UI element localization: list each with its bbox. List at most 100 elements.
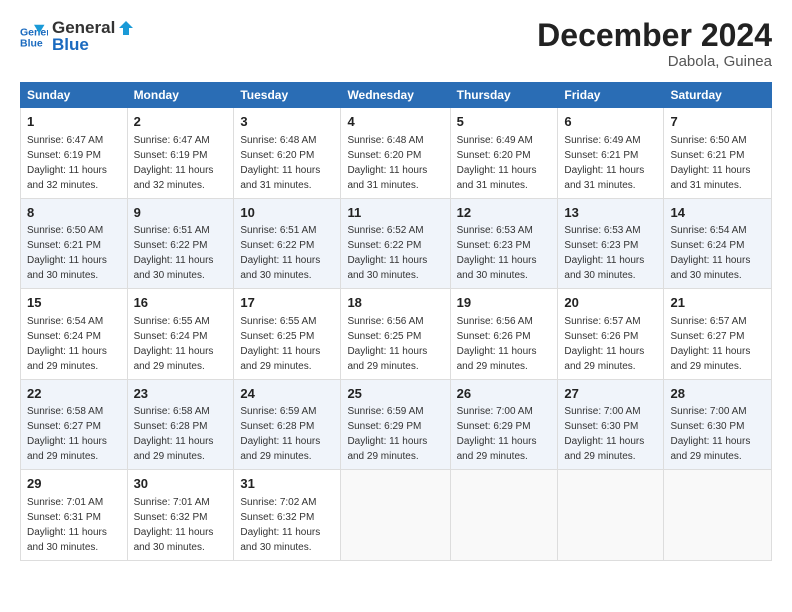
day-info: Sunrise: 7:01 AMSunset: 6:31 PMDaylight:… — [27, 497, 107, 553]
calendar-cell: 10 Sunrise: 6:51 AMSunset: 6:22 PMDaylig… — [234, 198, 341, 289]
day-info: Sunrise: 7:00 AMSunset: 6:30 PMDaylight:… — [564, 406, 644, 462]
day-number: 26 — [457, 385, 552, 403]
day-number: 8 — [27, 204, 121, 222]
calendar-week-5: 29 Sunrise: 7:01 AMSunset: 6:31 PMDaylig… — [21, 470, 772, 561]
day-number: 6 — [564, 113, 657, 131]
day-info: Sunrise: 6:54 AMSunset: 6:24 PMDaylight:… — [27, 316, 107, 372]
calendar-cell: 3 Sunrise: 6:48 AMSunset: 6:20 PMDayligh… — [234, 108, 341, 199]
calendar-cell: 26 Sunrise: 7:00 AMSunset: 6:29 PMDaylig… — [450, 379, 558, 470]
header: General Blue General Blue December 2024 … — [20, 18, 772, 70]
day-info: Sunrise: 6:59 AMSunset: 6:28 PMDaylight:… — [240, 406, 320, 462]
day-number: 17 — [240, 294, 334, 312]
calendar-cell: 7 Sunrise: 6:50 AMSunset: 6:21 PMDayligh… — [664, 108, 772, 199]
day-number: 4 — [347, 113, 443, 131]
calendar-cell: 31 Sunrise: 7:02 AMSunset: 6:32 PMDaylig… — [234, 470, 341, 561]
day-number: 20 — [564, 294, 657, 312]
day-info: Sunrise: 6:57 AMSunset: 6:26 PMDaylight:… — [564, 316, 644, 372]
day-info: Sunrise: 6:56 AMSunset: 6:26 PMDaylight:… — [457, 316, 537, 372]
calendar-cell: 18 Sunrise: 6:56 AMSunset: 6:25 PMDaylig… — [341, 289, 450, 380]
day-info: Sunrise: 6:53 AMSunset: 6:23 PMDaylight:… — [457, 225, 537, 281]
day-info: Sunrise: 6:58 AMSunset: 6:27 PMDaylight:… — [27, 406, 107, 462]
day-info: Sunrise: 6:49 AMSunset: 6:20 PMDaylight:… — [457, 135, 537, 191]
logo-icon: General Blue — [20, 23, 48, 51]
day-number: 1 — [27, 113, 121, 131]
day-info: Sunrise: 7:01 AMSunset: 6:32 PMDaylight:… — [134, 497, 214, 553]
calendar-header-wednesday: Wednesday — [341, 83, 450, 108]
day-info: Sunrise: 6:48 AMSunset: 6:20 PMDaylight:… — [347, 135, 427, 191]
calendar-cell — [450, 470, 558, 561]
calendar-cell: 16 Sunrise: 6:55 AMSunset: 6:24 PMDaylig… — [127, 289, 234, 380]
day-info: Sunrise: 6:47 AMSunset: 6:19 PMDaylight:… — [27, 135, 107, 191]
title-block: December 2024 Dabola, Guinea — [537, 18, 772, 70]
calendar-header-thursday: Thursday — [450, 83, 558, 108]
day-number: 27 — [564, 385, 657, 403]
logo-blue: Blue — [52, 35, 135, 55]
day-number: 14 — [670, 204, 765, 222]
svg-text:Blue: Blue — [20, 37, 43, 49]
day-number: 22 — [27, 385, 121, 403]
day-number: 10 — [240, 204, 334, 222]
calendar-cell: 11 Sunrise: 6:52 AMSunset: 6:22 PMDaylig… — [341, 198, 450, 289]
calendar-cell: 8 Sunrise: 6:50 AMSunset: 6:21 PMDayligh… — [21, 198, 128, 289]
calendar-header-sunday: Sunday — [21, 83, 128, 108]
calendar-cell — [558, 470, 664, 561]
day-number: 13 — [564, 204, 657, 222]
day-info: Sunrise: 7:00 AMSunset: 6:29 PMDaylight:… — [457, 406, 537, 462]
day-number: 25 — [347, 385, 443, 403]
day-number: 28 — [670, 385, 765, 403]
calendar-cell: 6 Sunrise: 6:49 AMSunset: 6:21 PMDayligh… — [558, 108, 664, 199]
day-number: 30 — [134, 475, 228, 493]
calendar-cell: 30 Sunrise: 7:01 AMSunset: 6:32 PMDaylig… — [127, 470, 234, 561]
day-info: Sunrise: 6:55 AMSunset: 6:24 PMDaylight:… — [134, 316, 214, 372]
day-number: 11 — [347, 204, 443, 222]
calendar-week-2: 8 Sunrise: 6:50 AMSunset: 6:21 PMDayligh… — [21, 198, 772, 289]
calendar-cell: 12 Sunrise: 6:53 AMSunset: 6:23 PMDaylig… — [450, 198, 558, 289]
day-info: Sunrise: 6:48 AMSunset: 6:20 PMDaylight:… — [240, 135, 320, 191]
calendar-cell: 28 Sunrise: 7:00 AMSunset: 6:30 PMDaylig… — [664, 379, 772, 470]
day-number: 18 — [347, 294, 443, 312]
calendar-header-saturday: Saturday — [664, 83, 772, 108]
calendar-header-tuesday: Tuesday — [234, 83, 341, 108]
subtitle: Dabola, Guinea — [537, 53, 772, 70]
calendar-cell: 2 Sunrise: 6:47 AMSunset: 6:19 PMDayligh… — [127, 108, 234, 199]
calendar-cell: 13 Sunrise: 6:53 AMSunset: 6:23 PMDaylig… — [558, 198, 664, 289]
day-number: 16 — [134, 294, 228, 312]
day-info: Sunrise: 6:53 AMSunset: 6:23 PMDaylight:… — [564, 225, 644, 281]
day-number: 31 — [240, 475, 334, 493]
day-info: Sunrise: 6:47 AMSunset: 6:19 PMDaylight:… — [134, 135, 214, 191]
day-info: Sunrise: 6:51 AMSunset: 6:22 PMDaylight:… — [240, 225, 320, 281]
day-info: Sunrise: 6:58 AMSunset: 6:28 PMDaylight:… — [134, 406, 214, 462]
calendar-cell: 19 Sunrise: 6:56 AMSunset: 6:26 PMDaylig… — [450, 289, 558, 380]
calendar-cell: 29 Sunrise: 7:01 AMSunset: 6:31 PMDaylig… — [21, 470, 128, 561]
calendar-cell: 22 Sunrise: 6:58 AMSunset: 6:27 PMDaylig… — [21, 379, 128, 470]
day-number: 24 — [240, 385, 334, 403]
day-info: Sunrise: 6:59 AMSunset: 6:29 PMDaylight:… — [347, 406, 427, 462]
calendar-header-friday: Friday — [558, 83, 664, 108]
calendar-header-monday: Monday — [127, 83, 234, 108]
calendar-cell: 27 Sunrise: 7:00 AMSunset: 6:30 PMDaylig… — [558, 379, 664, 470]
calendar-cell: 20 Sunrise: 6:57 AMSunset: 6:26 PMDaylig… — [558, 289, 664, 380]
day-info: Sunrise: 6:50 AMSunset: 6:21 PMDaylight:… — [670, 135, 750, 191]
day-info: Sunrise: 6:50 AMSunset: 6:21 PMDaylight:… — [27, 225, 107, 281]
day-info: Sunrise: 6:55 AMSunset: 6:25 PMDaylight:… — [240, 316, 320, 372]
day-number: 2 — [134, 113, 228, 131]
logo: General Blue General Blue — [20, 18, 135, 55]
calendar-week-3: 15 Sunrise: 6:54 AMSunset: 6:24 PMDaylig… — [21, 289, 772, 380]
calendar-cell: 4 Sunrise: 6:48 AMSunset: 6:20 PMDayligh… — [341, 108, 450, 199]
calendar-week-4: 22 Sunrise: 6:58 AMSunset: 6:27 PMDaylig… — [21, 379, 772, 470]
calendar-cell: 1 Sunrise: 6:47 AMSunset: 6:19 PMDayligh… — [21, 108, 128, 199]
calendar-cell: 24 Sunrise: 6:59 AMSunset: 6:28 PMDaylig… — [234, 379, 341, 470]
day-number: 9 — [134, 204, 228, 222]
calendar-cell: 25 Sunrise: 6:59 AMSunset: 6:29 PMDaylig… — [341, 379, 450, 470]
day-info: Sunrise: 7:02 AMSunset: 6:32 PMDaylight:… — [240, 497, 320, 553]
calendar-cell: 23 Sunrise: 6:58 AMSunset: 6:28 PMDaylig… — [127, 379, 234, 470]
svg-text:General: General — [20, 26, 48, 38]
calendar-cell: 15 Sunrise: 6:54 AMSunset: 6:24 PMDaylig… — [21, 289, 128, 380]
day-info: Sunrise: 6:57 AMSunset: 6:27 PMDaylight:… — [670, 316, 750, 372]
calendar-cell: 14 Sunrise: 6:54 AMSunset: 6:24 PMDaylig… — [664, 198, 772, 289]
day-info: Sunrise: 6:49 AMSunset: 6:21 PMDaylight:… — [564, 135, 644, 191]
logo-arrow-icon — [117, 19, 135, 37]
calendar-header-row: SundayMondayTuesdayWednesdayThursdayFrid… — [21, 83, 772, 108]
calendar-cell — [341, 470, 450, 561]
calendar-cell — [664, 470, 772, 561]
